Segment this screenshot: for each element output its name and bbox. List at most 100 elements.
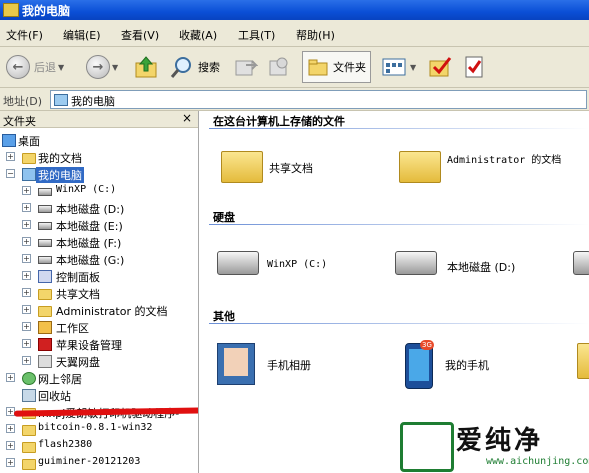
expand-icon[interactable]: + bbox=[22, 254, 31, 263]
menu-help[interactable]: 帮助(H) bbox=[296, 27, 335, 43]
drive-icon bbox=[38, 239, 52, 247]
address-label: 地址(D) bbox=[3, 95, 43, 108]
tree-item-label: 回收站 bbox=[38, 390, 71, 403]
properties-icon bbox=[465, 56, 483, 78]
views-button[interactable]: ▼ bbox=[382, 51, 416, 83]
move-to-button[interactable] bbox=[234, 51, 258, 83]
tree-item-drive-f[interactable]: + 本地磁盘 (F:) bbox=[0, 234, 198, 250]
search-button[interactable]: 搜索 bbox=[170, 51, 220, 83]
tree-item-recycle-bin[interactable]: 回收站 bbox=[0, 387, 198, 403]
copy-to-button[interactable] bbox=[266, 51, 290, 83]
expand-icon[interactable]: + bbox=[22, 339, 31, 348]
apple-device-icon bbox=[38, 338, 52, 351]
expand-icon[interactable]: + bbox=[6, 424, 15, 433]
folder-icon bbox=[22, 442, 36, 453]
recycle-bin-icon bbox=[22, 389, 36, 402]
properties-button[interactable] bbox=[462, 51, 486, 83]
section-divider bbox=[209, 128, 589, 129]
tree-item-shared-docs[interactable]: + 共享文档 bbox=[0, 285, 198, 301]
folder-icon bbox=[38, 289, 52, 300]
tree-item-label: 工作区 bbox=[56, 322, 89, 335]
folders-toggle-button[interactable]: 文件夹 bbox=[302, 51, 371, 83]
menu-tools[interactable]: 工具(T) bbox=[238, 27, 275, 43]
tree-item-label: 苹果设备管理 bbox=[56, 339, 122, 352]
tree-item-my-computer[interactable]: − 我的电脑 bbox=[0, 166, 198, 183]
watermark-logo bbox=[400, 422, 454, 472]
collapse-icon[interactable]: − bbox=[6, 169, 15, 178]
tree-item-guiminer[interactable]: + guiminer-20121203 bbox=[0, 455, 198, 471]
toolbar: ← 后退 ▼ → ▼ 搜索 文件夹 ▼ bbox=[0, 47, 589, 88]
expand-icon[interactable]: + bbox=[22, 356, 31, 365]
tree-item-network[interactable]: + 网上邻居 bbox=[0, 370, 198, 386]
back-label: 后退 bbox=[34, 61, 56, 74]
tree-item-drive-c[interactable]: + WinXP (C:) bbox=[0, 183, 198, 199]
file-item-shared-docs[interactable]: 共享文档 bbox=[219, 149, 379, 189]
folder-icon[interactable] bbox=[577, 343, 589, 379]
expand-icon[interactable]: + bbox=[6, 458, 15, 467]
other-item-phone-album[interactable]: 手机相册 bbox=[217, 341, 377, 387]
tree-item-drive-g[interactable]: + 本地磁盘 (G:) bbox=[0, 251, 198, 267]
folder-icon bbox=[22, 425, 36, 436]
up-folder-icon bbox=[135, 56, 157, 78]
tree-item-desktop[interactable]: 桌面 bbox=[0, 132, 198, 148]
menu-favorites[interactable]: 收藏(A) bbox=[179, 27, 217, 43]
back-button[interactable]: ← 后退 ▼ bbox=[6, 51, 64, 83]
close-icon[interactable]: × bbox=[182, 111, 192, 125]
tree-item-label: WinXP (C:) bbox=[56, 184, 117, 195]
tree-item-tianyi-cloud[interactable]: + 天翼网盘 bbox=[0, 353, 198, 369]
address-bar: 地址(D) 我的电脑 bbox=[0, 88, 589, 111]
expand-icon[interactable]: + bbox=[6, 373, 15, 382]
menu-edit[interactable]: 编辑(E) bbox=[63, 27, 101, 43]
computer-icon bbox=[54, 94, 68, 106]
watermark-text: 爱纯净 bbox=[456, 426, 544, 456]
tree-item-flash2380[interactable]: + flash2380 bbox=[0, 438, 198, 454]
section-divider bbox=[209, 323, 589, 324]
expand-icon[interactable]: + bbox=[22, 220, 31, 229]
folder-icon bbox=[3, 3, 19, 17]
menu-bar: 文件(F) 编辑(E) 查看(V) 收藏(A) 工具(T) 帮助(H) bbox=[0, 20, 589, 47]
menu-view[interactable]: 查看(V) bbox=[121, 27, 159, 43]
expand-icon[interactable]: + bbox=[22, 288, 31, 297]
drive-icon bbox=[38, 256, 52, 264]
expand-icon[interactable]: + bbox=[6, 152, 15, 161]
favorites-check-button[interactable] bbox=[428, 51, 452, 83]
expand-icon[interactable]: + bbox=[22, 305, 31, 314]
drive-icon[interactable] bbox=[573, 251, 589, 275]
up-folder-button[interactable] bbox=[134, 51, 158, 83]
expand-icon[interactable]: + bbox=[22, 237, 31, 246]
folder-icon bbox=[22, 459, 36, 470]
other-item-label: 手机相册 bbox=[267, 359, 311, 372]
forward-arrow-icon: → bbox=[86, 55, 110, 79]
tree-item-label: 本地磁盘 (D:) bbox=[56, 203, 125, 216]
drive-item-d[interactable]: 本地磁盘 (D:) bbox=[395, 247, 565, 283]
drive-item-c[interactable]: WinXP (C:) bbox=[217, 247, 377, 283]
drive-item-label: WinXP (C:) bbox=[267, 259, 328, 270]
tree-item-label: 桌面 bbox=[18, 135, 40, 148]
address-input[interactable]: 我的电脑 bbox=[50, 90, 587, 109]
tree-item-admin-docs[interactable]: + Administrator 的文档 bbox=[0, 302, 198, 318]
tree-item-apple-devices[interactable]: + 苹果设备管理 bbox=[0, 336, 198, 352]
photo-album-icon bbox=[217, 343, 255, 385]
expand-icon[interactable]: + bbox=[22, 271, 31, 280]
expand-icon[interactable]: + bbox=[6, 441, 15, 450]
tree-item-workspace[interactable]: + 工作区 bbox=[0, 319, 198, 335]
expand-icon[interactable]: + bbox=[22, 203, 31, 212]
tree-item-label: 我的文档 bbox=[38, 152, 82, 165]
file-item-admin-docs[interactable]: Administrator 的文档 bbox=[397, 149, 587, 189]
other-item-my-phone[interactable]: 3G 我的手机 bbox=[403, 340, 563, 391]
tree-item-drive-e[interactable]: + 本地磁盘 (E:) bbox=[0, 217, 198, 233]
copy-to-icon bbox=[269, 57, 288, 76]
forward-button[interactable]: → ▼ bbox=[86, 51, 118, 83]
tree-item-label: 本地磁盘 (E:) bbox=[56, 220, 123, 233]
tree-item-control-panel[interactable]: + 控制面板 bbox=[0, 268, 198, 284]
tree-item-bitcoin[interactable]: + bitcoin-0.8.1-win32 bbox=[0, 421, 198, 437]
menu-file[interactable]: 文件(F) bbox=[6, 27, 43, 43]
expand-icon[interactable]: + bbox=[22, 322, 31, 331]
folders-label: 文件夹 bbox=[333, 61, 366, 74]
views-icon bbox=[382, 58, 406, 76]
tree-item-label: 共享文档 bbox=[56, 288, 100, 301]
expand-icon[interactable]: + bbox=[22, 186, 31, 195]
tree-item-drive-d[interactable]: + 本地磁盘 (D:) bbox=[0, 200, 198, 216]
watermark-url: www.aichunjing.com bbox=[486, 456, 589, 467]
tree-item-my-documents[interactable]: + 我的文档 bbox=[0, 149, 198, 165]
